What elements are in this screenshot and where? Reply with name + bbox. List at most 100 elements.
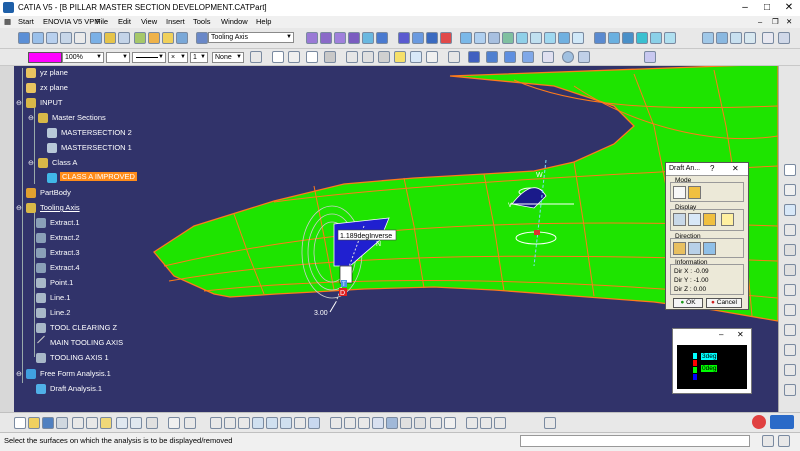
curvature-tool-icon[interactable] [474, 32, 486, 44]
save-icon[interactable] [42, 417, 54, 429]
new-file-icon[interactable] [14, 417, 26, 429]
compass-bottom-icon[interactable] [466, 417, 478, 429]
analysis-tool-4-icon[interactable] [440, 32, 452, 44]
transparency-combo[interactable]: 100% ▼ [62, 52, 104, 63]
circle-icon[interactable] [562, 51, 574, 63]
quick-view-icon[interactable] [444, 417, 456, 429]
lock-icon[interactable] [762, 435, 774, 447]
polyline-icon[interactable] [486, 51, 498, 63]
zoom-in-icon[interactable] [266, 417, 278, 429]
render-icon[interactable] [480, 417, 492, 429]
manipulator-handle[interactable] [534, 230, 540, 235]
join-icon[interactable] [784, 264, 796, 276]
environment-tool-icon[interactable] [544, 32, 556, 44]
depth-effect-icon[interactable] [778, 32, 790, 44]
workbench-icon[interactable] [752, 415, 766, 429]
point-tool-icon[interactable] [148, 32, 160, 44]
select-mode-icon[interactable] [784, 184, 796, 196]
normal-view-icon[interactable] [294, 417, 306, 429]
text-tool-icon[interactable] [448, 51, 460, 63]
measure-icon[interactable] [784, 204, 796, 216]
menu-help[interactable]: Help [256, 17, 271, 26]
dialog-title-bar[interactable]: Draft An... ? ✕ [666, 163, 748, 176]
surface-tool-2-icon[interactable] [320, 32, 332, 44]
color-swatch[interactable] [28, 52, 62, 63]
sun-icon[interactable] [394, 51, 406, 63]
surface-tool-5-icon[interactable] [362, 32, 374, 44]
cut-icon[interactable] [72, 417, 84, 429]
rotate-right-icon[interactable] [784, 364, 796, 376]
undo-view-icon[interactable] [18, 32, 30, 44]
square-icon[interactable] [346, 51, 358, 63]
collapse-toggle-icon[interactable]: ⊖ [16, 204, 22, 212]
menu-start[interactable]: Start [18, 17, 34, 26]
surface-tool-1-icon[interactable] [306, 32, 318, 44]
paste-icon[interactable] [100, 417, 112, 429]
formula-icon[interactable] [168, 417, 180, 429]
line-weight-combo[interactable]: ▼ [132, 52, 166, 63]
rotate-icon[interactable] [410, 51, 422, 63]
search-icon[interactable] [330, 417, 342, 429]
wireframe-bottom-icon[interactable] [544, 417, 556, 429]
extrapolate-icon[interactable] [784, 324, 796, 336]
surface-tool-6-icon[interactable] [376, 32, 388, 44]
axis-system-icon[interactable] [196, 32, 208, 44]
menu-window[interactable]: Window [221, 17, 248, 26]
view-iso-icon[interactable] [90, 32, 102, 44]
layer-combo[interactable]: None ▼ [212, 52, 244, 63]
folder-icon[interactable] [104, 32, 116, 44]
collapse-toggle-icon[interactable]: ⊖ [16, 99, 22, 107]
render-style-icon[interactable] [730, 32, 742, 44]
arc-icon[interactable] [578, 51, 590, 63]
distance-tool-icon[interactable] [488, 32, 500, 44]
line-tool-icon[interactable] [468, 51, 480, 63]
view-front-icon[interactable] [594, 32, 606, 44]
feature-icon[interactable] [644, 51, 656, 63]
help-icon[interactable]: ? [710, 164, 714, 173]
menu-tools[interactable]: Tools [193, 17, 211, 26]
analysis-tool-2-icon[interactable] [412, 32, 424, 44]
cube-icon[interactable] [362, 51, 374, 63]
translate-icon[interactable] [784, 344, 796, 356]
shading-icon[interactable] [372, 417, 384, 429]
boolean-icon[interactable] [288, 51, 300, 63]
iso-view-icon[interactable] [308, 417, 320, 429]
linetype-combo[interactable]: ▼ [106, 52, 130, 63]
sketcher-icon[interactable] [272, 51, 284, 63]
box-icon[interactable] [118, 32, 130, 44]
surface-tool-3-icon[interactable] [334, 32, 346, 44]
trim-icon[interactable] [542, 51, 554, 63]
legend-minimize-button[interactable]: – [719, 330, 723, 339]
lighting-icon[interactable] [762, 32, 774, 44]
ruler-icon[interactable] [74, 32, 86, 44]
compass-icon[interactable] [673, 242, 686, 255]
whats-this-icon[interactable] [146, 417, 158, 429]
lock-direction-icon[interactable] [688, 242, 701, 255]
menu-insert[interactable]: Insert [166, 17, 185, 26]
cancel-button[interactable]: ● Cancel [706, 298, 742, 308]
tooling-axis-combo[interactable]: Tooling Axis ▼ [208, 32, 294, 43]
shading-edges-icon[interactable] [386, 417, 398, 429]
curve-tool-right-icon[interactable] [784, 224, 796, 236]
redo-icon[interactable] [130, 417, 142, 429]
doc-close-button[interactable]: ✕ [786, 17, 792, 26]
plane-tool-icon[interactable] [176, 32, 188, 44]
isophote-tool-icon[interactable] [558, 32, 570, 44]
catalog-icon[interactable] [494, 417, 506, 429]
reflect-tool-icon[interactable] [516, 32, 528, 44]
surface-tool-4-icon[interactable] [348, 32, 360, 44]
wireframe-icon[interactable] [134, 32, 146, 44]
grid-icon[interactable] [46, 32, 58, 44]
maximize-button[interactable]: □ [756, 0, 778, 16]
format-painter-icon[interactable] [250, 51, 262, 63]
analysis-tool-1-icon[interactable] [398, 32, 410, 44]
on-the-fly-icon[interactable] [688, 213, 701, 226]
pan-icon[interactable] [238, 417, 250, 429]
rotate-view-icon[interactable] [252, 417, 264, 429]
construction-icon[interactable] [324, 51, 336, 63]
layer-icon[interactable] [60, 32, 72, 44]
trim-right-icon[interactable] [784, 304, 796, 316]
hide-show-bottom-icon[interactable] [400, 417, 412, 429]
zoom-out-icon[interactable] [280, 417, 292, 429]
collapse-toggle-icon[interactable]: ⊖ [28, 159, 34, 167]
